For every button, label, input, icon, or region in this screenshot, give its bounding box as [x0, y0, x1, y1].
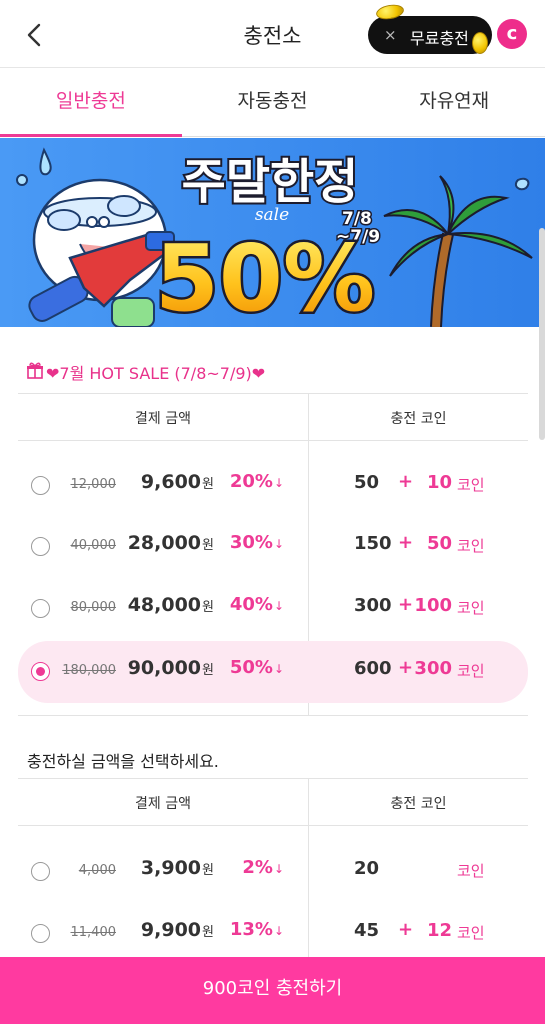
plus-sign: + [398, 532, 414, 553]
discount-rate: 13%↓ [229, 919, 284, 940]
original-price: 11,400 [70, 925, 117, 940]
option-radio-checked[interactable] [31, 662, 50, 681]
promo-banner-art: 주말한정 sale 7/8 ~7/9 50% [0, 138, 545, 327]
charge-coins-button[interactable]: 900코인 충전하기 [0, 957, 545, 1024]
tab-auto-charge[interactable]: 자동충전 [182, 69, 364, 136]
price-option-row[interactable]: 4,000 3,900원 2%↓ 20 코인 [18, 842, 528, 902]
plus-sign: + [398, 594, 414, 615]
plus-sign: + [398, 471, 414, 492]
option-radio[interactable] [31, 924, 50, 943]
svg-text:sale: sale [255, 205, 289, 225]
promo-headline: 주말한정 sale 7/8 ~7/9 50% [152, 152, 381, 327]
bonus-coins: 300 [414, 658, 452, 679]
plus-sign: + [398, 919, 414, 940]
base-coins: 20 [354, 858, 380, 879]
sale-price: 9,900원 [140, 919, 214, 941]
sale-price: 48,000원 [127, 594, 214, 616]
price-option-row[interactable]: 40,000 28,000원 30%↓ 150 + 50 코인 [18, 517, 528, 577]
original-price: 12,000 [70, 477, 117, 492]
coin-unit: 코인 [457, 476, 485, 494]
sale-price: 28,000원 [127, 532, 214, 554]
sale-title-text: ❤7월 HOT SALE (7/8~7/9)❤ [46, 364, 266, 383]
discount-rate: 50%↓ [229, 657, 284, 678]
coin-unit: 코인 [457, 599, 485, 617]
normal-price-table: 결제 금액 충전 코인 4,000 3,900원 2%↓ 20 코인 11,40… [18, 778, 528, 958]
gift-icon [26, 361, 46, 383]
base-coins: 300 [354, 595, 392, 616]
svg-text:주말한정: 주말한정 [182, 154, 359, 210]
discount-rate: 40%↓ [229, 594, 284, 615]
base-coins: 600 [354, 658, 392, 679]
bonus-coins: 10 [426, 472, 452, 493]
original-price: 4,000 [78, 863, 116, 878]
price-option-row[interactable]: 11,400 9,900원 13%↓ 45 + 12 코인 [18, 904, 528, 964]
coin-unit: 코인 [457, 924, 485, 942]
scrollbar[interactable] [539, 228, 545, 440]
app-logo-icon[interactable]: c [497, 19, 527, 49]
plus-sign: + [398, 657, 414, 678]
coin-icon [472, 32, 488, 54]
sale-price: 9,600원 [140, 471, 214, 493]
normal-section-title: 충전하실 금액을 선택하세요. [27, 752, 219, 771]
option-radio[interactable] [31, 599, 50, 618]
promo-banner[interactable]: 주말한정 sale 7/8 ~7/9 50% [0, 138, 545, 327]
bonus-coins: 12 [426, 920, 452, 941]
original-price: 180,000 [62, 663, 116, 678]
coin-unit: 코인 [457, 662, 485, 680]
coin-unit: 코인 [457, 862, 485, 880]
option-radio[interactable] [31, 862, 50, 881]
col-payment-amount: 결제 금액 [135, 796, 191, 812]
table-header: 결제 금액 충전 코인 [18, 778, 528, 826]
bonus-coins: 50 [426, 533, 452, 554]
base-coins: 45 [354, 920, 380, 941]
sale-price-table: 결제 금액 충전 코인 12,000 9,600원 20%↓ 50 + 10 코… [18, 393, 528, 716]
base-coins: 150 [354, 533, 392, 554]
option-radio[interactable] [31, 476, 50, 495]
price-option-row-selected[interactable]: 180,000 90,000원 50%↓ 600 + 300 코인 [18, 641, 528, 703]
app-header: 충전소 × 무료충전 c [0, 0, 545, 68]
price-option-row[interactable]: 12,000 9,600원 20%↓ 50 + 10 코인 [18, 456, 528, 516]
bonus-coins: 100 [414, 595, 452, 616]
table-header: 결제 금액 충전 코인 [18, 393, 528, 441]
discount-rate: 2%↓ [242, 857, 284, 878]
divider [18, 715, 528, 716]
sale-price: 90,000원 [127, 657, 214, 679]
free-charge-label: 무료충전 [410, 29, 469, 48]
original-price: 40,000 [70, 538, 117, 553]
col-charge-coin: 충전 코인 [390, 411, 447, 427]
col-payment-amount: 결제 금액 [135, 411, 191, 427]
tab-general-charge[interactable]: 일반충전 [0, 69, 182, 137]
tab-free-serial[interactable]: 자유연재 [363, 69, 545, 136]
charge-tabs: 일반충전 자동충전 자유연재 [0, 69, 545, 137]
sale-section-title: ❤7월 HOT SALE (7/8~7/9)❤ [26, 360, 265, 384]
base-coins: 50 [354, 472, 380, 493]
sale-price: 3,900원 [140, 857, 214, 879]
option-radio[interactable] [31, 537, 50, 556]
coin-unit: 코인 [457, 537, 485, 555]
original-price: 80,000 [70, 600, 117, 615]
price-option-row[interactable]: 80,000 48,000원 40%↓ 300 + 100 코인 [18, 579, 528, 639]
discount-rate: 20%↓ [229, 471, 284, 492]
discount-rate: 30%↓ [229, 532, 284, 553]
col-charge-coin: 충전 코인 [390, 796, 447, 812]
svg-text:50%: 50% [155, 225, 375, 327]
close-icon[interactable]: × [384, 26, 397, 44]
